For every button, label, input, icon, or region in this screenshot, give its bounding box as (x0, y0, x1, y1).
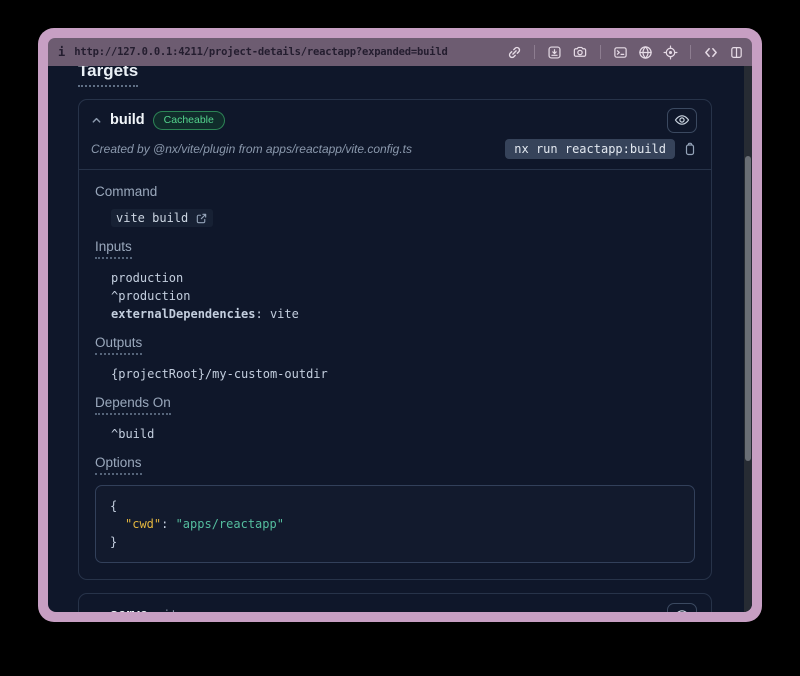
outputs-section: Outputs {projectRoot}/my-custom-outdir (95, 335, 695, 383)
outputs-label: Outputs (95, 335, 142, 355)
toolbar-separator (690, 45, 691, 59)
toolbar-separator (534, 45, 535, 59)
target-card-serve: serve vite serve (78, 593, 712, 612)
page-viewport: Targets build Cacheable (48, 66, 752, 612)
external-deps-value: : vite (256, 307, 299, 321)
target-name-serve[interactable]: serve (110, 607, 148, 612)
chevron-down-icon[interactable] (91, 610, 102, 613)
target-card-build: build Cacheable Created by @n (78, 99, 712, 580)
screen: i http://127.0.0.1:4211/project-details/… (0, 0, 800, 676)
scrollbar-thumb[interactable] (745, 156, 751, 461)
target-name-build[interactable]: build (110, 112, 145, 128)
build-card-body: Command vite build (79, 170, 711, 579)
inputs-section: Inputs production ^production externalDe… (95, 239, 695, 323)
chevron-up-icon[interactable] (91, 115, 102, 126)
external-link-icon[interactable] (195, 212, 208, 225)
command-label: Command (95, 184, 157, 199)
build-card-header: build Cacheable Created by @n (79, 100, 711, 170)
output-item: {projectRoot}/my-custom-outdir (111, 365, 695, 383)
toolbar-actions (507, 45, 744, 60)
options-code-block: { "cwd": "apps/reactapp" } (95, 485, 695, 563)
cacheable-badge: Cacheable (153, 111, 225, 130)
options-label: Options (95, 455, 142, 475)
depends-on-item: ^build (111, 425, 695, 443)
code-line: "cwd": "apps/reactapp" (110, 515, 680, 533)
download-icon[interactable] (547, 45, 562, 60)
input-item-external-deps: externalDependencies: vite (111, 305, 695, 323)
command-section: Command vite build (95, 184, 695, 227)
depends-on-label: Depends On (95, 395, 171, 415)
link-icon[interactable] (507, 45, 522, 60)
build-eye-button[interactable] (667, 108, 697, 133)
project-details-page: Targets build Cacheable (48, 66, 752, 612)
command-value-row: vite build (111, 209, 213, 227)
json-string-value: "apps/reactapp" (176, 517, 284, 531)
code-line: { (110, 497, 680, 515)
target-icon[interactable] (663, 45, 678, 60)
address-bar[interactable]: http://127.0.0.1:4211/project-details/re… (74, 46, 507, 58)
camera-icon[interactable] (572, 45, 588, 60)
run-command-chip: nx run reactapp:build (505, 139, 675, 159)
browser-toolbar: i http://127.0.0.1:4211/project-details/… (48, 38, 752, 66)
sidebar-icon[interactable] (729, 45, 744, 60)
inputs-label: Inputs (95, 239, 132, 259)
code-icon[interactable] (703, 45, 719, 60)
copy-icon[interactable] (683, 142, 697, 157)
created-by-text: Created by @nx/vite/plugin from apps/rea… (91, 142, 412, 156)
terminal-icon[interactable] (613, 45, 628, 60)
page-title: Targets (78, 66, 138, 87)
input-item: ^production (111, 287, 695, 305)
toolbar-separator (600, 45, 601, 59)
browser-frame: i http://127.0.0.1:4211/project-details/… (38, 28, 762, 622)
input-item: production (111, 269, 695, 287)
json-key: "cwd" (125, 517, 161, 531)
external-deps-key: externalDependencies (111, 307, 256, 321)
serve-eye-button[interactable] (667, 603, 697, 613)
command-value: vite build (116, 211, 188, 225)
depends-on-section: Depends On ^build (95, 395, 695, 443)
serve-command-text: vite serve (156, 608, 228, 612)
code-line: } (110, 533, 680, 551)
globe-icon[interactable] (638, 45, 653, 60)
info-icon: i (58, 45, 65, 59)
serve-card-header: serve vite serve (79, 594, 711, 612)
options-section: Options { "cwd": "apps/reactapp" } (95, 455, 695, 563)
json-separator: : (161, 517, 175, 531)
